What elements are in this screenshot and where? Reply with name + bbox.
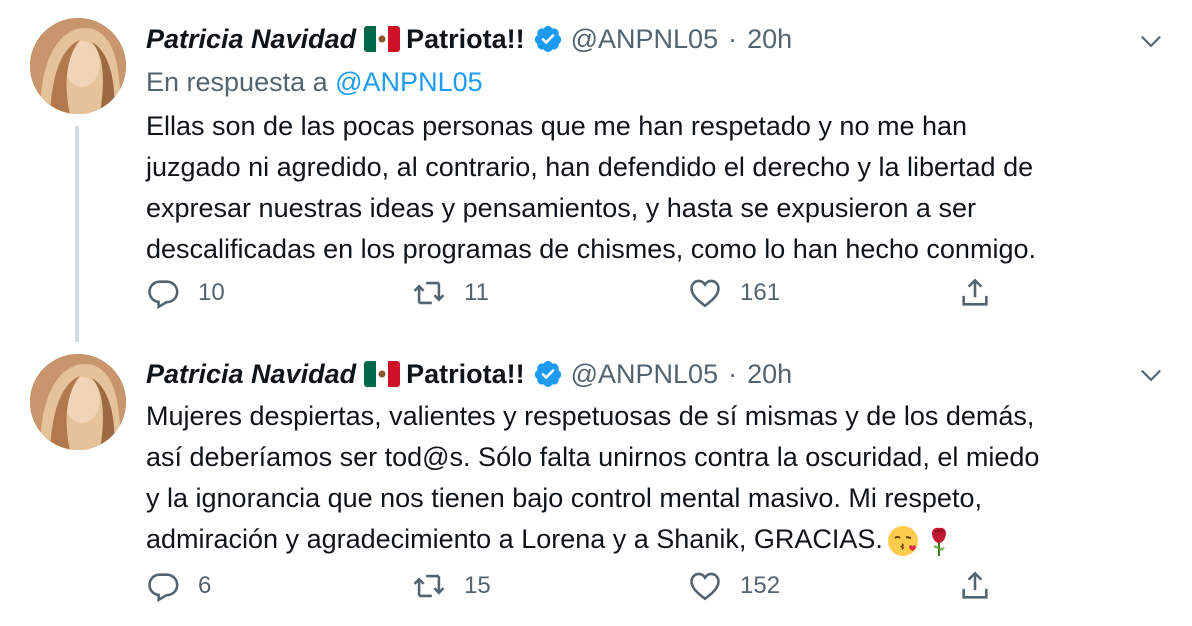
verified-badge-icon [533,359,563,389]
tweet-text-line: así deberíamos ser tod@s. Sólo falta uni… [146,442,1040,472]
separator-dot: · [728,23,738,54]
share-icon [962,278,988,306]
tweet-text-line: juzgado ni agredido, al contrario, han d… [146,152,1034,182]
tweet-actions: 6 15 152 [146,569,1046,609]
display-name[interactable]: Patricia Navidad [146,359,356,390]
reply-context: En respuesta a @ANPNL05 [146,67,483,98]
handle[interactable]: @ANPNL05 [571,359,718,390]
retweet-button[interactable]: 11 [412,276,489,310]
tweet-text-line: expresar nuestras ideas y pensamientos, … [146,193,976,223]
avatar[interactable] [30,18,126,114]
tweet-header: Patricia Navidad Patriota!! @ANPNL05 · 2… [146,354,792,394]
timestamp[interactable]: 20h [747,359,792,390]
chevron-down-icon[interactable] [1138,28,1164,54]
mexico-flag-icon [364,361,401,387]
tweet-text-line: descalificadas en los programas de chism… [146,234,1036,264]
like-count: 161 [740,279,781,306]
retweet-icon [413,574,445,598]
heart-icon [690,279,720,308]
reply-count: 6 [198,572,212,599]
heart-icon [690,572,720,601]
face-blowing-kiss-emoji [887,525,919,557]
avatar-photo [30,354,126,450]
retweet-count: 11 [464,279,489,306]
reply-icon [148,280,179,310]
timestamp[interactable]: 20h [747,24,792,55]
display-name[interactable]: Patricia Navidad [146,24,356,55]
tweet-text-line: Mujeres despiertas, valientes y respetuo… [146,401,1035,431]
share-icon [962,571,988,599]
like-button[interactable]: 152 [688,569,780,603]
retweet-count: 15 [464,572,491,599]
tweet-text-line-with-emoji: admiración y agradecimiento a Lorena y a… [146,519,1176,560]
tweet-header: Patricia Navidad Patriota!! @ANPNL05 · 2… [146,19,792,59]
reply-button[interactable]: 6 [146,569,211,603]
reply-prefix: En respuesta a [146,67,328,97]
reply-handle-link[interactable]: @ANPNL05 [335,67,482,97]
mexico-flag-icon [364,26,401,52]
name-suffix[interactable]: Patriota!! [406,24,525,55]
tweet-text: Ellas son de las pocas personas que me h… [146,106,1176,270]
reply-icon [148,573,179,603]
thread-line [75,126,79,342]
tweet-text-last: admiración y agradecimiento a Lorena y a… [146,524,883,554]
name-suffix[interactable]: Patriota!! [406,359,525,390]
rose-emoji [923,525,955,557]
share-button[interactable] [958,276,1010,310]
tweet-actions: 10 11 161 [146,276,1046,316]
tweet-text-line: Ellas son de las pocas personas que me h… [146,111,968,141]
tweet-text-line: y la ignorancia que nos tienen bajo cont… [146,483,982,513]
avatar[interactable] [30,354,126,450]
reply-button[interactable]: 10 [146,276,225,310]
retweet-icon [413,281,445,305]
share-button[interactable] [958,569,1010,603]
verified-badge-icon [533,24,563,54]
tweet-text: Mujeres despiertas, valientes y respetuo… [146,396,1176,560]
retweet-button[interactable]: 15 [412,569,491,603]
like-count: 152 [740,572,781,599]
like-button[interactable]: 161 [688,276,780,310]
reply-count: 10 [198,279,225,306]
avatar-photo [30,18,126,114]
separator-dot: · [728,358,738,389]
chevron-down-icon[interactable] [1138,362,1164,388]
handle[interactable]: @ANPNL05 [571,24,718,55]
